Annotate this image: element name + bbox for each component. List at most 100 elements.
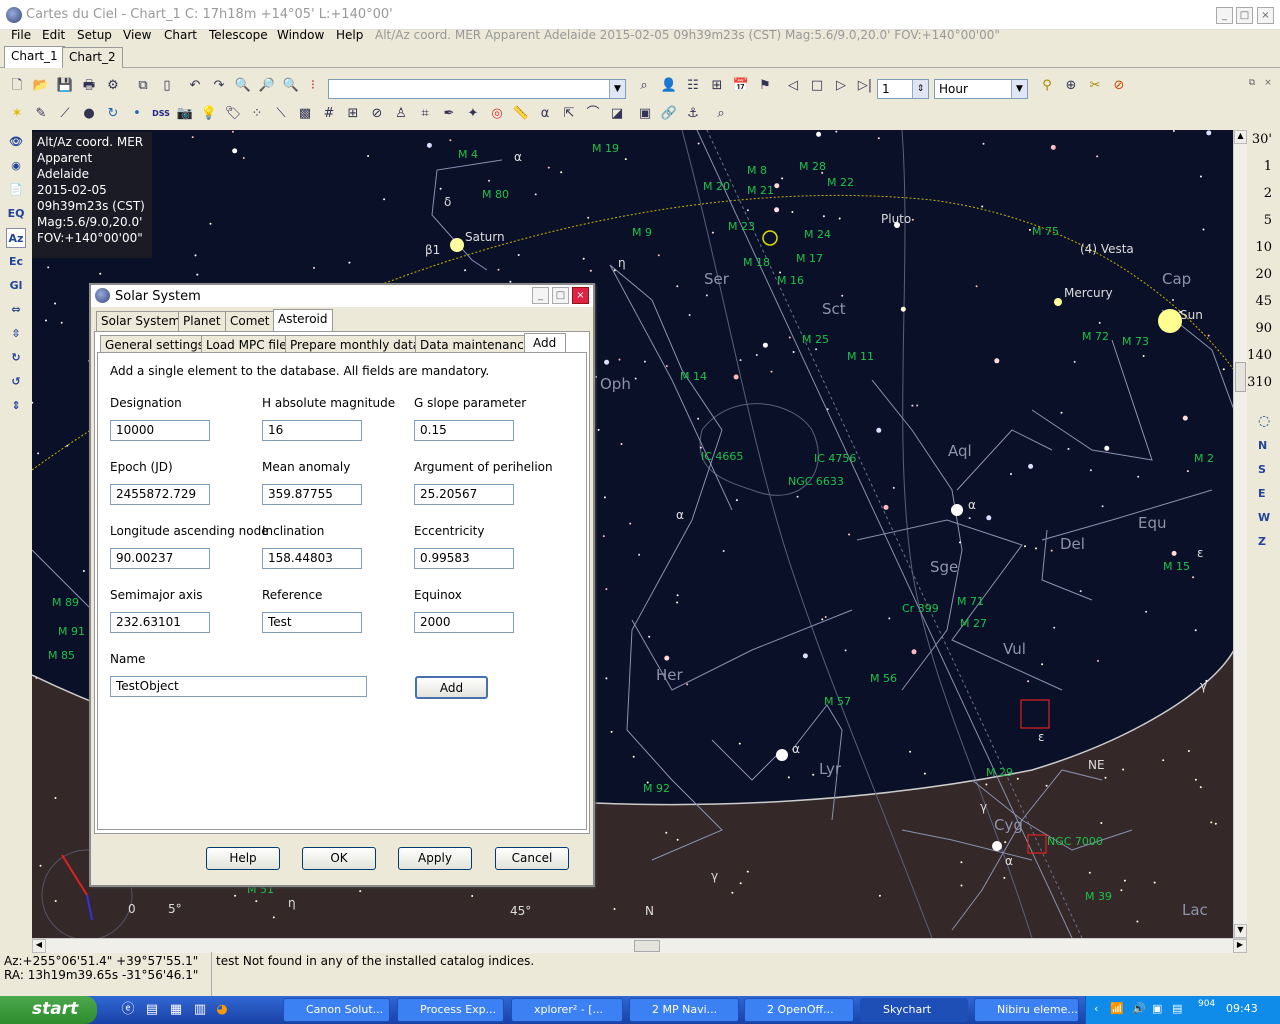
label-icon[interactable]: 🏷 (223, 104, 243, 124)
open-icon[interactable]: 📂 (31, 76, 51, 96)
horizon-label[interactable]: NE (1088, 758, 1105, 772)
boundary-icon[interactable]: ⟍ (271, 104, 291, 124)
constellation-label[interactable]: Ser (704, 270, 729, 288)
quicklaunch-icon-2[interactable]: ▦ (166, 1000, 186, 1020)
fast-forward-icon[interactable]: ▷| (855, 76, 875, 96)
menu-view[interactable]: View (123, 28, 151, 42)
deep-sky-label[interactable]: M 57 (824, 695, 851, 708)
task-mp-navi[interactable]: 2 MP Navi... (629, 998, 739, 1022)
nebula-icon[interactable]: ✎ (31, 104, 51, 124)
sparkle-icon[interactable]: ✦ (463, 104, 483, 124)
star-greek-label[interactable]: ε (1197, 546, 1204, 560)
firefox-icon[interactable]: ◕ (212, 1000, 232, 1020)
deep-sky-label[interactable]: M 21 (747, 184, 774, 197)
dialog-maximize-button[interactable]: □ (552, 287, 569, 304)
star-greek-label[interactable]: δ (444, 195, 451, 209)
grid-eq-icon[interactable]: # (319, 104, 339, 124)
image-icon[interactable]: ▣ (635, 104, 655, 124)
scroll-left-icon[interactable]: ◀ (32, 939, 46, 953)
tools-icon[interactable]: ✂ (1085, 76, 1105, 96)
deep-sky-label[interactable]: M 28 (799, 160, 826, 173)
menu-edit[interactable]: Edit (42, 28, 65, 42)
star-greek-label[interactable]: γ (980, 800, 987, 814)
star-greek-label[interactable]: γ (711, 869, 718, 883)
deep-sky-label[interactable]: M 23 (728, 220, 755, 233)
zoom-in-icon[interactable]: 🔍 (233, 76, 253, 96)
view-zenith[interactable]: Z (1258, 535, 1266, 548)
deep-sky-label[interactable]: M 29 (986, 766, 1013, 779)
anchor-icon[interactable]: ⚓ (683, 104, 703, 124)
deep-sky-label[interactable]: M 24 (804, 228, 831, 241)
menu-file[interactable]: File (11, 28, 31, 42)
vertical-icon[interactable]: ⇕ (6, 396, 26, 416)
crosshair-icon[interactable]: ⊕ (1061, 76, 1081, 96)
hscroll-thumb[interactable] (634, 940, 660, 952)
constellation-label[interactable]: Aql (948, 442, 972, 460)
h-mag-field[interactable]: 16 (262, 420, 362, 441)
search-star-icon[interactable]: ⌕ (711, 104, 731, 124)
dss-icon[interactable]: DSS (151, 104, 171, 124)
name-field[interactable]: TestObject (110, 676, 367, 697)
ruler-icon[interactable]: 📏 (511, 104, 531, 124)
star-greek-label[interactable]: α (792, 742, 800, 756)
star-greek-label[interactable]: β1 (425, 243, 440, 257)
constellation-label[interactable]: Equ (1138, 514, 1167, 532)
deep-sky-label[interactable]: M 39 (1085, 890, 1112, 903)
ie-icon[interactable]: ⓔ (118, 1000, 138, 1020)
star-greek-label[interactable]: α (1005, 854, 1013, 868)
fov-1[interactable]: 1 (1264, 159, 1272, 174)
view-west[interactable]: W (1258, 511, 1270, 524)
star-greek-label[interactable]: η (618, 256, 626, 270)
eye-icon[interactable]: 👁 (6, 132, 26, 152)
deep-sky-label[interactable]: M 18 (743, 256, 770, 269)
menu-chart[interactable]: Chart (164, 28, 197, 42)
globe-icon[interactable]: ◉ (6, 156, 26, 176)
step-value-spinner[interactable]: 1 ⇕ (877, 79, 929, 99)
zenith-view-icon[interactable]: ◌ (1258, 413, 1270, 429)
target-icon[interactable]: ◎ (487, 104, 507, 124)
mean-anomaly-field[interactable]: 359.87755 (262, 484, 362, 505)
solar-body-label[interactable]: Mercury (1064, 286, 1113, 300)
fov-45[interactable]: 45 (1255, 294, 1272, 309)
horizon-label[interactable]: 5° (168, 902, 182, 916)
dialog-minimize-button[interactable]: _ (532, 287, 549, 304)
quicklaunch-icon-3[interactable]: ▥ (190, 1000, 210, 1020)
horizontal-scrollbar[interactable]: ◀ ▶ (32, 938, 1247, 953)
star-greek-label[interactable]: α (676, 508, 684, 522)
view-north[interactable]: N (1258, 439, 1267, 452)
deep-sky-label[interactable]: M 4 (458, 148, 478, 161)
zoom-out-icon[interactable]: 🔎 (257, 76, 277, 96)
deep-sky-label[interactable]: M 71 (957, 595, 984, 608)
calendar-icon[interactable]: 📅 (731, 76, 751, 96)
lon-node-field[interactable]: 90.00237 (110, 548, 210, 569)
rotate-ccw-icon[interactable]: ↺ (6, 372, 26, 392)
constellation-label[interactable]: Cyg (994, 816, 1023, 834)
deep-sky-label[interactable]: M 92 (643, 782, 670, 795)
az-button[interactable]: Az (6, 228, 26, 248)
gl-button[interactable]: Gl (6, 276, 26, 296)
deep-sky-label[interactable]: M 20 (703, 180, 730, 193)
fov-140[interactable]: 140 (1247, 348, 1272, 363)
solar-body-label[interactable]: Sun (1180, 308, 1203, 322)
deep-sky-label[interactable]: M 19 (592, 142, 619, 155)
stop-icon[interactable]: □ (807, 76, 827, 96)
bulb-icon[interactable]: 💡 (199, 104, 219, 124)
binoculars-icon[interactable]: ⌕ (634, 76, 654, 96)
deep-sky-label[interactable]: M 8 (747, 164, 767, 177)
tab-asteroid[interactable]: Asteroid (273, 309, 333, 331)
find-icon[interactable]: 👤 (659, 76, 679, 96)
task-nibiru[interactable]: Nibiru eleme... (974, 998, 1079, 1022)
save-icon[interactable]: 💾 (55, 76, 75, 96)
horizon-icon[interactable]: ⌒ (583, 104, 603, 124)
task-openoffice[interactable]: 2 OpenOff... (744, 998, 854, 1022)
apply-button[interactable]: Apply (398, 847, 472, 870)
inclination-field[interactable]: 158.44803 (262, 548, 362, 569)
constellation-label[interactable]: Lyr (819, 760, 841, 778)
deep-sky-label[interactable]: M 11 (847, 350, 874, 363)
network-icon[interactable]: 📶 (1110, 1002, 1124, 1015)
constellation-label[interactable]: Lac (1182, 901, 1208, 919)
horizon-label[interactable]: N (645, 904, 654, 918)
task-canon[interactable]: Canon Solut... (283, 998, 390, 1022)
equinox-field[interactable]: 2000 (414, 612, 514, 633)
tab-solar-system[interactable]: Solar System (96, 311, 186, 331)
